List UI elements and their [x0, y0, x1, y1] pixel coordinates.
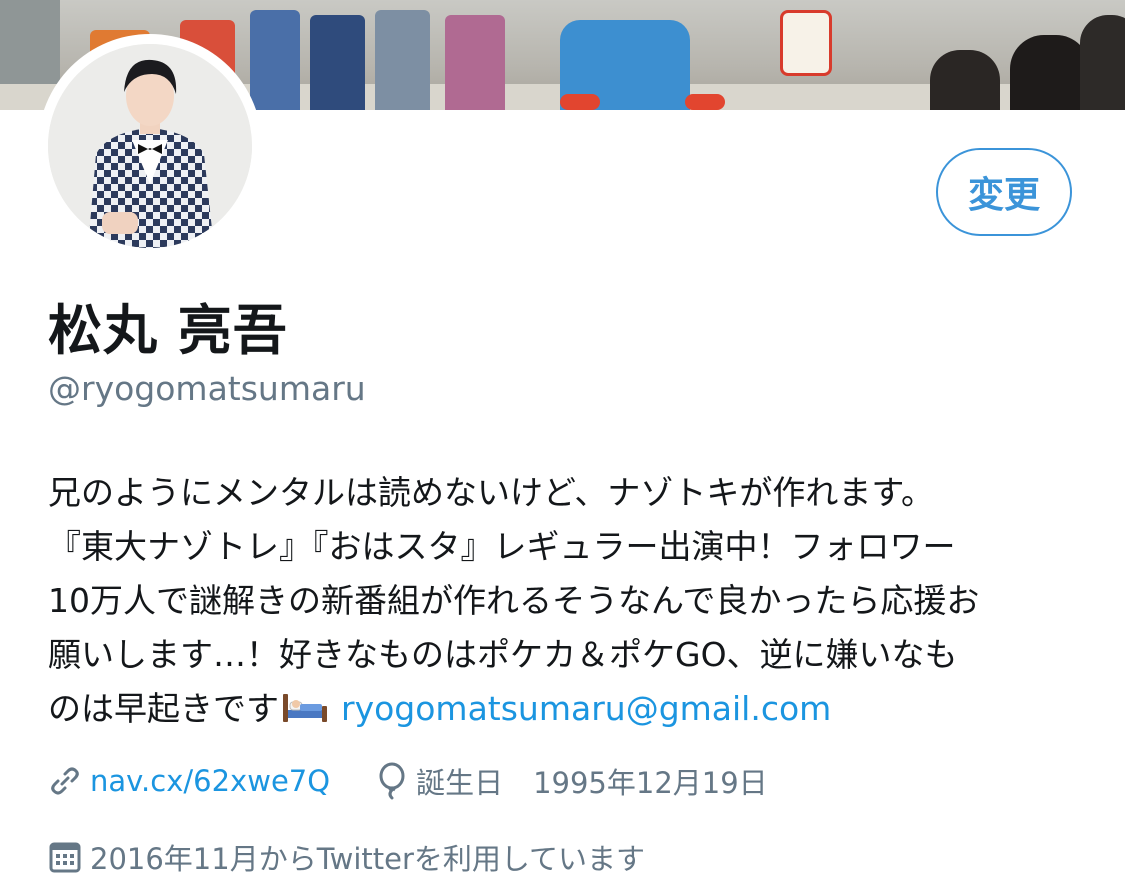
link-icon [48, 764, 82, 798]
banner-audience [1010, 35, 1090, 110]
banner-audience [930, 50, 1000, 110]
bio-line: のは早起きです ryogomatsumaru@gmail.com [48, 682, 1108, 740]
bio-line: 兄のようにメンタルは読めないけど、ナゾトキが作れます。 [48, 473, 935, 512]
display-name: 松丸 亮吾 [48, 299, 288, 362]
birthday-value: 1995年12月19日 [533, 766, 768, 800]
joined-date: 2016年11月からTwitterを利用しています [90, 842, 646, 876]
bio-line: 『東大ナゾトレ』『おはスタ』レギュラー出演中！フォロワー [48, 527, 956, 566]
banner-mascot-foot [685, 94, 725, 110]
avatar-photo [48, 44, 252, 248]
banner-audience [1080, 15, 1125, 110]
profile-meta-row: nav.cx/62xwe7Q 誕生日 1995年12月19日 [48, 760, 768, 802]
birthday-label: 誕生日 [416, 766, 504, 800]
calendar-icon [48, 840, 82, 874]
profile-bio: 兄のようにメンタルは読めないけど、ナゾトキが作れます。 『東大ナゾトレ』『おはス… [48, 466, 1108, 740]
banner-figure [310, 15, 365, 110]
bio-last-line-text: のは早起きです [48, 689, 279, 728]
bed-emoji-icon [281, 686, 329, 740]
bio-line: 願いします…！好きなものはポケカ＆ポケGO、逆に嫌いなも [48, 635, 958, 674]
joined-row: 2016年11月からTwitterを利用しています [48, 836, 645, 878]
banner-figure [445, 15, 505, 110]
banner-mascot-foot [560, 94, 600, 110]
banner-sign [780, 10, 832, 76]
bio-email-link[interactable]: ryogomatsumaru@gmail.com [341, 689, 831, 728]
website-link[interactable]: nav.cx/62xwe7Q [90, 764, 330, 798]
banner-figure [250, 10, 300, 110]
user-handle: @ryogomatsumaru [48, 369, 366, 408]
bio-line: 10万人で謎解きの新番組が作れるそうなんで良かったら応援お [48, 581, 980, 620]
banner-figure [375, 10, 430, 110]
avatar-illustration [48, 44, 252, 248]
edit-profile-button[interactable]: 変更 [936, 148, 1072, 236]
avatar[interactable] [38, 34, 262, 258]
balloon-icon [376, 762, 408, 800]
